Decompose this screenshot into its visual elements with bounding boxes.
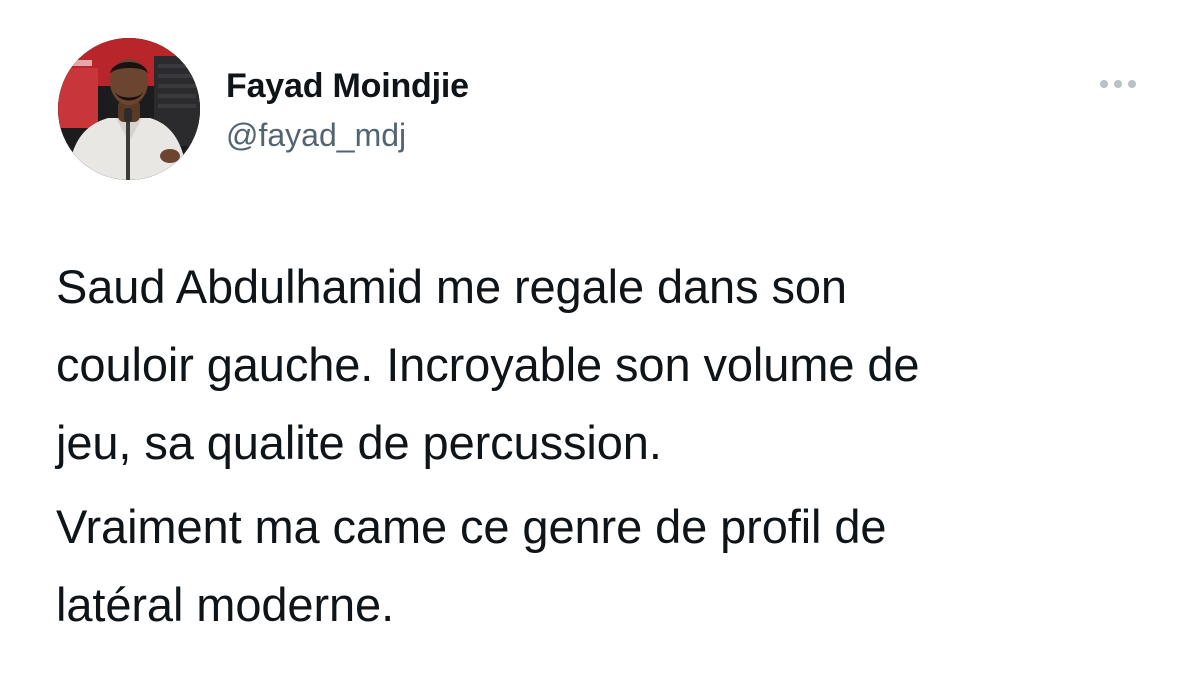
tweet-text-line: jeu, sa qualite de percussion. xyxy=(56,416,662,469)
author-avatar[interactable] xyxy=(58,38,200,180)
author-display-name[interactable]: Fayad Moindjie xyxy=(226,66,469,106)
tweet-text-line: couloir gauche. Incroyable son volume de xyxy=(56,338,920,391)
tweet-text-line: Vraiment ma came ce genre de profil de xyxy=(56,500,887,553)
tweet-text-line: Saud Abdulhamid me regale dans son xyxy=(56,260,847,313)
more-options-button[interactable] xyxy=(1092,66,1144,102)
tweet-paragraph: Saud Abdulhamid me regale dans son coulo… xyxy=(56,248,1156,482)
tweet-text-line: latéral moderne. xyxy=(56,578,395,631)
tweet-text: Saud Abdulhamid me regale dans son coulo… xyxy=(56,248,1156,644)
author-handle[interactable]: @fayad_mdj xyxy=(226,116,406,154)
person-with-microphone-icon xyxy=(58,38,200,180)
more-horizontal-icon xyxy=(1100,80,1136,88)
tweet-card: Fayad Moindjie @fayad_mdj Saud Abdulhami… xyxy=(0,0,1200,699)
tweet-paragraph: Vraiment ma came ce genre de profil de l… xyxy=(56,488,1156,644)
